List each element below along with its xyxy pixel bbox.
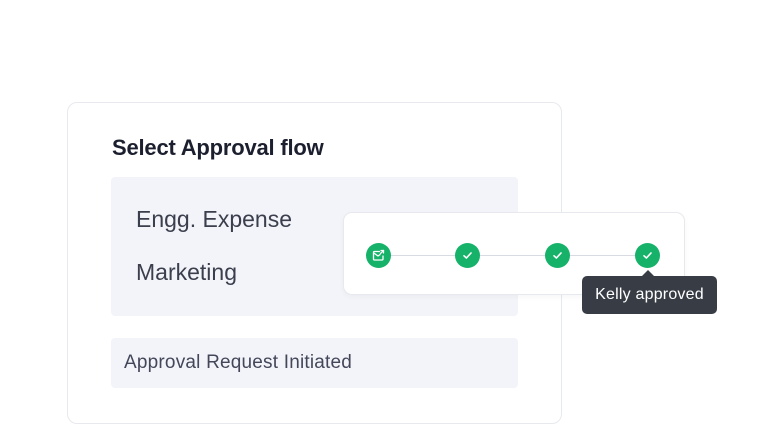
step-initiated[interactable]	[366, 243, 391, 268]
check-icon	[552, 250, 563, 261]
step-approval-2[interactable]	[545, 243, 570, 268]
step-approval-kelly[interactable]	[635, 243, 660, 268]
flow-option-engg-expense[interactable]: Engg. Expense	[136, 206, 292, 233]
step-approval-1[interactable]	[455, 243, 480, 268]
send-mail-icon	[372, 249, 385, 262]
canvas: Select Approval flow Engg. Expense Marke…	[0, 0, 782, 426]
check-icon	[462, 250, 473, 261]
tooltip-text: Kelly approved	[595, 286, 704, 303]
card-title: Select Approval flow	[112, 135, 324, 160]
check-icon	[642, 250, 653, 261]
progress-track	[379, 255, 649, 256]
step-tooltip: Kelly approved	[582, 270, 717, 314]
status-bar: Approval Request Initiated	[111, 338, 518, 388]
flow-option-marketing[interactable]: Marketing	[136, 259, 237, 286]
status-text: Approval Request Initiated	[124, 352, 353, 373]
tooltip-arrow	[642, 270, 654, 276]
